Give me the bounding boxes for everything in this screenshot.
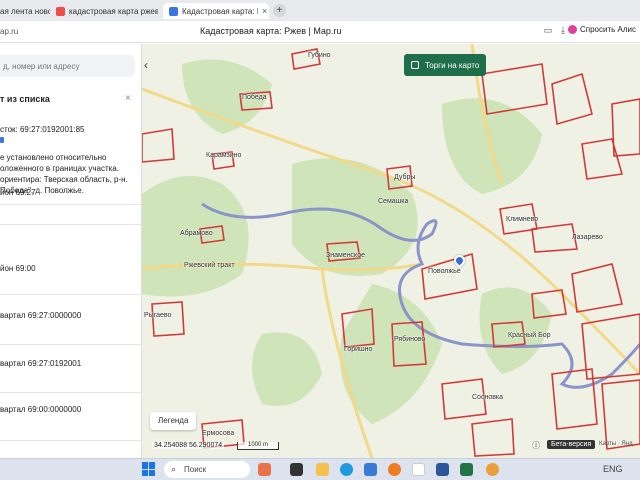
attribution: Карты · Янд [599,441,633,447]
windows-start-icon[interactable] [142,462,156,476]
taskbar: ⌕ Поиск ENG [0,458,640,480]
alice-icon [568,25,577,34]
place-label: Поволжье [428,268,461,275]
tab-search-label: кадастровая карта ржев [69,6,158,16]
bookmark-icon[interactable]: ▭ [542,25,554,36]
map-site-icon [169,6,178,16]
place-label: Победа [242,94,267,101]
list-item[interactable]: йон 69:00 [0,263,36,274]
mail-icon[interactable] [486,463,499,476]
tab-cadastral-map-label: Кадастровая карта: Рж [182,6,258,16]
store-icon[interactable] [364,463,377,476]
divider [0,440,141,441]
divider [0,392,141,393]
place-label: Рябиново [394,336,426,343]
district-label: йон 69:00 [0,264,36,273]
place-label: Абрамово [180,230,213,237]
divider [0,204,141,205]
info-icon[interactable]: ⓘ [532,440,540,451]
list-item[interactable]: вартал 69:00:0000000 [0,404,81,415]
tab-news-label: ая лента новостей [0,6,50,16]
explorer-icon[interactable] [316,463,329,476]
task-view-icon[interactable] [290,463,303,476]
place-label: Карамзино [206,152,242,159]
coordinates-readout: 34.254088 56.290074 [152,442,225,449]
search-icon: ⌕ [171,464,177,474]
search-box [0,55,135,77]
list-item[interactable]: сток: 69:27:0192001:85 [0,124,84,135]
quarter-label: вартал 69:27:0192001 [0,359,82,368]
tab-news[interactable]: ая лента новостей [0,3,50,19]
new-tab-button[interactable]: + [273,4,286,17]
legend-button[interactable]: Легенда [150,412,197,430]
tray-language[interactable]: ENG [603,464,623,474]
scale-bar: 1000 m [237,442,279,450]
divider [0,344,141,345]
firefox-icon[interactable] [388,463,401,476]
place-label: Красный Бор [508,332,551,339]
place-label: Семашка [378,198,409,205]
place-label: Ржевский тракт [184,262,235,269]
place-label: Сосновка [472,394,504,401]
place-label: Губино [308,52,331,59]
legend-label: Легенда [158,416,189,425]
quarter-label: вартал 69:00:0000000 [0,405,82,414]
auction-label: Торги на карто [425,60,480,70]
parcel-number: сток: 69:27:0192001:85 [0,125,85,134]
close-icon[interactable]: × [125,93,131,104]
checkbox-icon[interactable] [411,61,419,69]
close-icon[interactable]: × [262,6,267,16]
tab-search[interactable]: кадастровая карта ржев [50,3,158,19]
taskbar-search[interactable]: ⌕ Поиск [164,461,250,478]
ask-alice-button[interactable]: Спросить Алис [568,25,636,34]
excel-icon[interactable] [460,463,473,476]
word-icon[interactable] [436,463,449,476]
yandex-icon [56,6,65,16]
auction-toggle[interactable]: Торги на карто [404,54,487,76]
divider [0,294,141,295]
list-item[interactable]: йон 69:27 [0,187,36,198]
back-arrow-icon[interactable]: ‹ [144,58,148,72]
search-input[interactable] [0,55,130,77]
browser-tab-bar: ая лента новостей кадастровая карта ржев… [0,0,640,21]
place-label: Рыгаево [144,312,172,319]
map-layer [142,44,640,458]
address-line: ориентира: Тверская область, р-н. [0,175,128,184]
place-label: Знаменское [326,252,365,259]
address-line: оложенного в границах участка. [0,164,119,173]
sidebar: т из списка × сток: 69:27:0192001:85 е у… [0,44,142,458]
yandex-browser-icon[interactable] [412,463,425,476]
page-title: Кадастровая карта: Ржев | Map.ru [200,26,342,36]
beta-badge: Бета-версия [547,440,596,449]
list-title: т из списка [0,94,50,104]
list-item[interactable]: вартал 69:27:0192001 [0,358,81,369]
tab-cadastral-map[interactable]: Кадастровая карта: Рж × [163,3,269,19]
edge-icon[interactable] [340,463,353,476]
place-label: Ермосова [202,430,235,437]
place-label: Дубры [394,174,416,181]
address-host[interactable]: ap.ru [0,27,18,36]
place-label: Лазарево [572,234,603,241]
map-canvas[interactable]: ‹ Торги на карто Губино Победа Карамзино… [142,44,640,458]
taskbar-search-label: Поиск [184,465,207,474]
files-icon[interactable] [258,463,271,476]
quarter-label: вартал 69:27:0000000 [0,311,82,320]
divider [0,224,141,225]
address-bar: ap.ru Кадастровая карта: Ржев | Map.ru ▭… [0,21,640,43]
address-actions: ▭ ⤓ [542,25,569,36]
address-line: е установлено относительно [0,153,107,162]
place-label: Горишно [344,346,373,353]
ask-alice-label: Спросить Алис [580,25,637,34]
place-label: Климнево [506,216,539,223]
copy-icon[interactable] [0,137,4,143]
district-label: йон 69:27 [0,188,36,197]
list-item[interactable]: вартал 69:27:0000000 [0,310,81,321]
